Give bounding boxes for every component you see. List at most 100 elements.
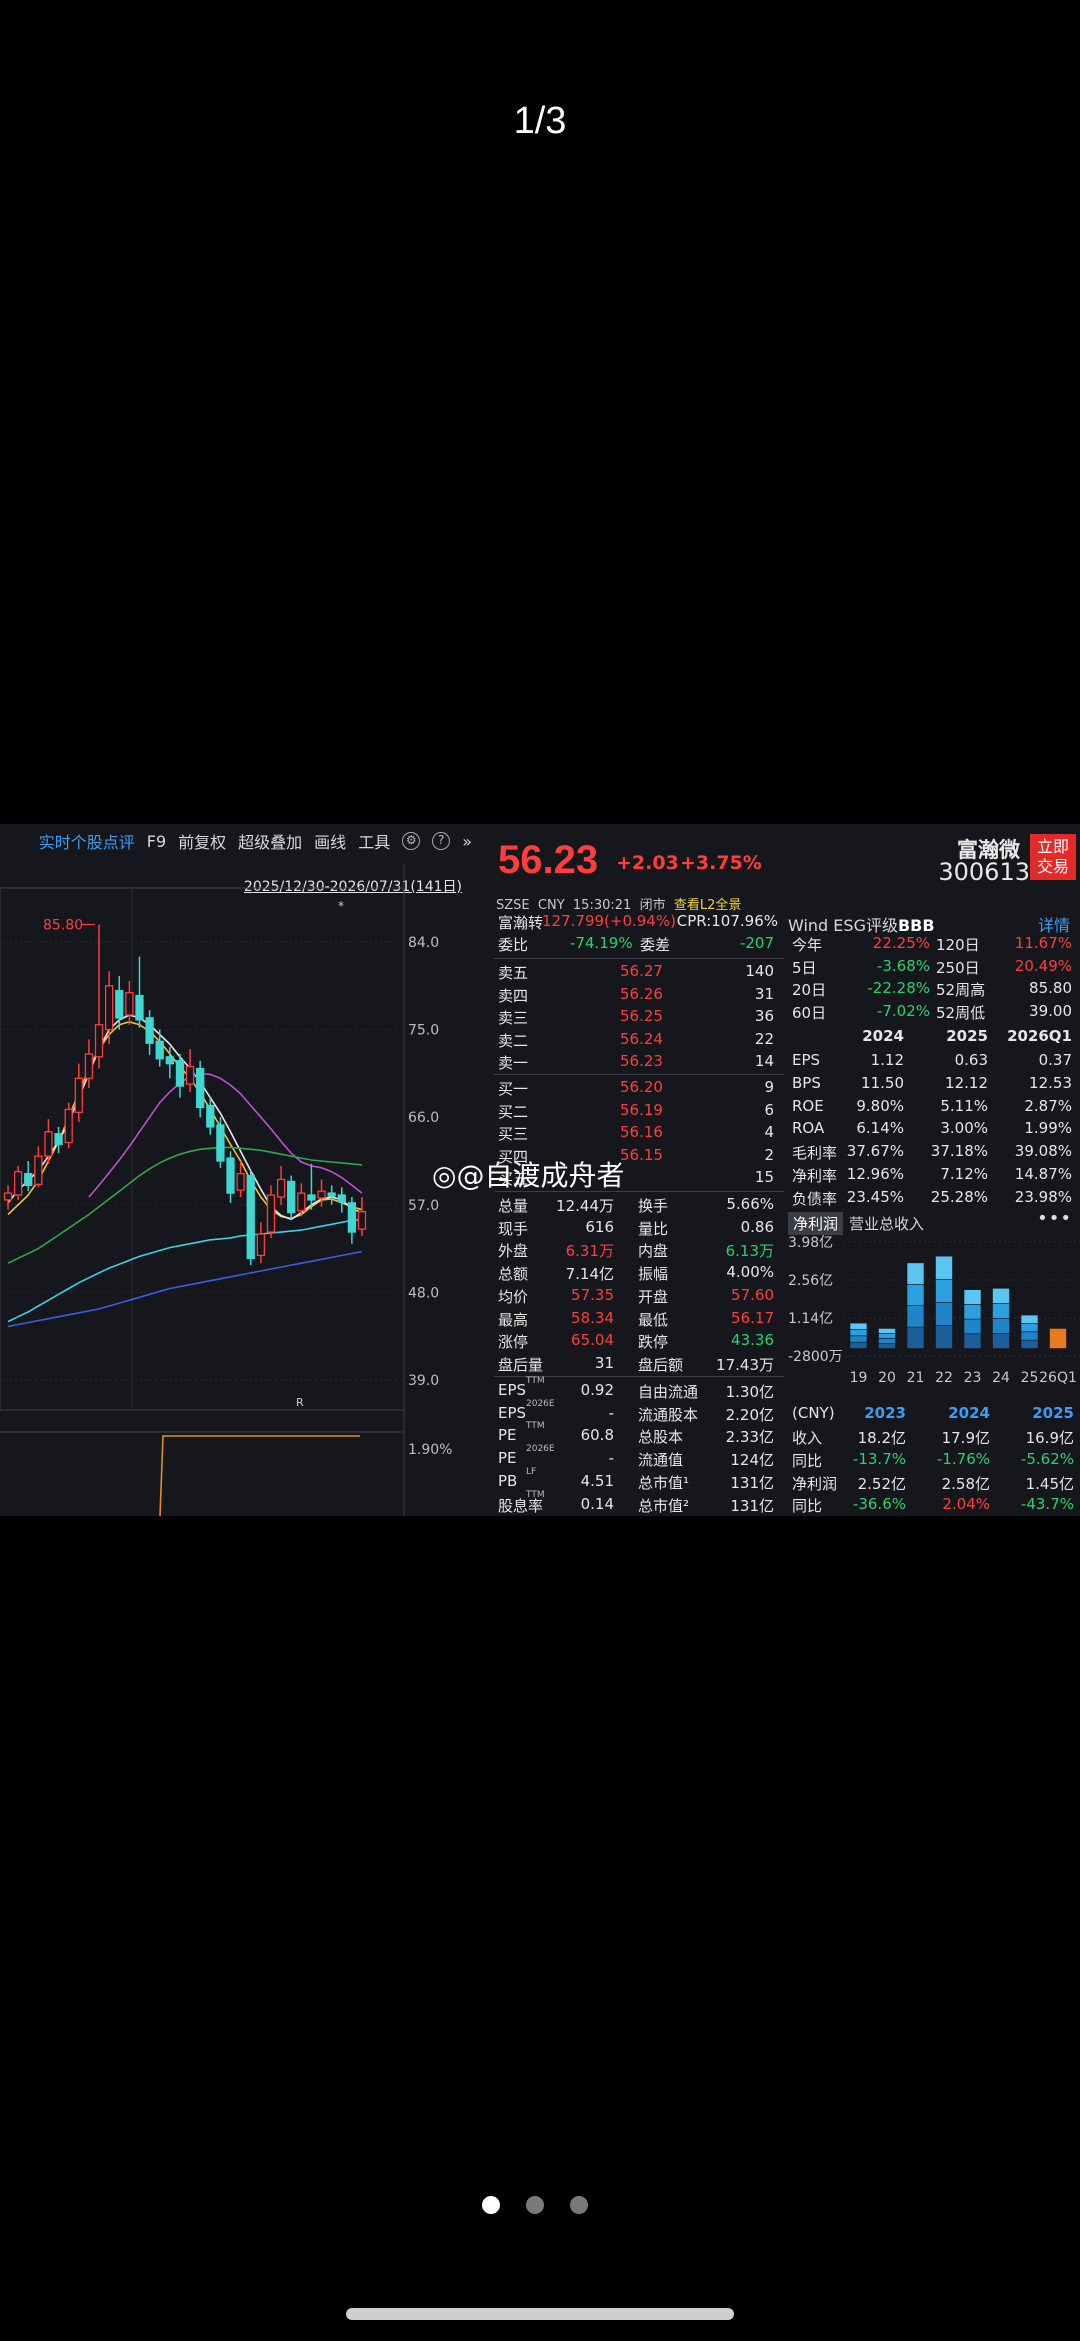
bid-row[interactable]: 买一 56.20 9	[480, 1078, 782, 1101]
period-row: 20日 -22.28% 52周高 85.80	[784, 979, 1080, 1002]
bid-row[interactable]: 买三 56.16 4	[480, 1123, 782, 1146]
ratio-value: 14.87%	[1014, 1165, 1072, 1183]
annual-label: 收入	[792, 1429, 823, 1447]
annual-label: 净利润	[792, 1474, 838, 1493]
stat-row: 盘后量 31 盘后额 17.43万	[480, 1354, 782, 1377]
period-value: -3.68%	[876, 956, 930, 975]
stat-value: 57.35	[571, 1285, 614, 1304]
moving-average-line	[7, 1020, 363, 1220]
stat-value: 56.17	[731, 1308, 774, 1327]
bar-y-tick: 3.98亿	[788, 1235, 833, 1251]
bar	[1020, 1314, 1039, 1349]
ask-row[interactable]: 卖三 56.25 36	[480, 1007, 782, 1030]
candle	[64, 1102, 73, 1149]
cpr-value: CPR:107.96%	[676, 912, 778, 930]
bar-x-tick: 25	[1021, 1370, 1039, 1384]
valuation-label: PB	[498, 1471, 518, 1490]
ask-row[interactable]: 卖四 56.26 31	[480, 985, 782, 1008]
period-value: 22.25%	[872, 934, 930, 952]
ask-label: 卖四	[498, 986, 529, 1005]
annual-value: 2.52亿	[857, 1474, 906, 1493]
bar-y-tick: -2800万	[788, 1349, 843, 1365]
stat-label: 最低	[638, 1310, 669, 1329]
stat-label: 量比	[638, 1219, 669, 1238]
currency: CNY	[537, 898, 565, 913]
page-dot[interactable]	[570, 2196, 588, 2214]
moving-average-line	[7, 1250, 363, 1328]
bid-row[interactable]: 买二 56.19 6	[480, 1101, 782, 1124]
period-value: 11.67%	[1014, 934, 1072, 952]
ratio-row: 净利率 12.96% 7.12% 14.87%	[784, 1165, 1080, 1188]
period-value: 20.49%	[1014, 956, 1072, 975]
stat-label: 最高	[498, 1310, 529, 1329]
tab-net-profit[interactable]: 净利润	[788, 1212, 844, 1235]
bar	[935, 1255, 953, 1349]
y-tick-label: 39.0	[408, 1373, 439, 1389]
page-indicator	[482, 2196, 588, 2214]
marker-icon: *	[338, 899, 344, 913]
stat-value: 12.44万	[556, 1197, 614, 1215]
candle	[185, 1049, 195, 1092]
valuation-value: 60.8	[580, 1426, 614, 1445]
bid-volume: 9	[764, 1078, 774, 1096]
bar-x-tick: 21	[907, 1370, 925, 1384]
ratio-value: 37.18%	[930, 1142, 988, 1161]
valuation-label: EPS	[498, 1381, 527, 1399]
annual-year: 2023	[864, 1404, 906, 1422]
candle	[357, 1197, 367, 1236]
stat-label: 总量	[498, 1197, 529, 1215]
l2-link[interactable]: 查看L2全景	[674, 898, 742, 913]
stat-label: 振幅	[638, 1265, 669, 1284]
stat-row: 外盘 6.31万 内盘 6.13万	[480, 1240, 782, 1263]
valuation-sup: TTM	[526, 1376, 545, 1386]
esg-rating[interactable]: Wind ESG评级BBB	[788, 912, 935, 936]
ask-row[interactable]: 卖一 56.23 14	[480, 1052, 782, 1075]
candle	[216, 1117, 225, 1168]
bar	[906, 1262, 925, 1349]
valuation-value: 4.51	[580, 1471, 614, 1490]
period-value: -7.02%	[876, 1001, 930, 1020]
annual-year: 2025	[1032, 1404, 1074, 1422]
ratio-value: 5.11%	[940, 1096, 988, 1115]
ask-volume: 36	[754, 1007, 774, 1025]
ratio-value: 1.99%	[1024, 1119, 1072, 1138]
weibo-icon: ◎	[432, 1159, 457, 1192]
annual-value: 2.58亿	[941, 1474, 990, 1493]
detail-link[interactable]: 详情	[1038, 912, 1070, 936]
y-tick-label: 48.0	[408, 1285, 439, 1301]
weibo-watermark: ◎@自渡成舟者	[432, 1154, 624, 1194]
annual-row: 收入 18.2亿 17.9亿 16.9亿	[784, 1427, 1080, 1450]
page-dot[interactable]	[482, 2196, 500, 2214]
stat-row: 现手 616 量比 0.86	[480, 1218, 782, 1241]
ratio-value: 12.12	[945, 1073, 988, 1092]
valuation-sup: TTM	[526, 1489, 545, 1500]
ratio-label: BPS	[792, 1073, 821, 1092]
ratio-label: EPS	[792, 1051, 821, 1069]
bid-volume: 15	[754, 1168, 774, 1186]
valuation-sup: TTM	[526, 1421, 545, 1432]
year-header: 2025	[946, 1027, 988, 1045]
tab-revenue[interactable]: 营业总收入	[849, 1213, 924, 1234]
bar	[963, 1289, 982, 1349]
ask-row[interactable]: 卖二 56.24 22	[480, 1030, 782, 1053]
price-change: +2.03	[616, 852, 679, 874]
convertible-row[interactable]: 富瀚转 127.799(+0.94%) CPR:107.96%	[480, 912, 782, 935]
period-row: 5日 -3.68% 250日 20.49%	[784, 957, 1080, 980]
home-indicator[interactable]	[346, 2308, 734, 2320]
y-tick-label: 57.0	[408, 1198, 439, 1214]
kline-chart[interactable]: 84.075.066.057.048.039.085.80*R1.90%»	[0, 824, 478, 1516]
ratio-value: 0.63	[954, 1051, 988, 1069]
valuation-value: 1.30亿	[725, 1383, 774, 1401]
valuation-label: 自由流通	[638, 1383, 699, 1401]
ratio-header: 2024 2025 2026Q1	[784, 1027, 1080, 1050]
annual-value: 2.04%	[942, 1495, 990, 1514]
stat-value: 6.31万	[565, 1242, 614, 1261]
ask-row[interactable]: 卖五 56.27 140	[480, 962, 782, 985]
more-icon[interactable]: •••	[1037, 1208, 1072, 1229]
ask-price: 56.27	[620, 962, 663, 980]
trade-button[interactable]: 立即 交易	[1030, 834, 1076, 880]
stat-value: 31	[594, 1353, 614, 1372]
stat-label: 总额	[498, 1265, 529, 1284]
bar	[849, 1322, 868, 1349]
page-dot[interactable]	[526, 2196, 544, 2214]
